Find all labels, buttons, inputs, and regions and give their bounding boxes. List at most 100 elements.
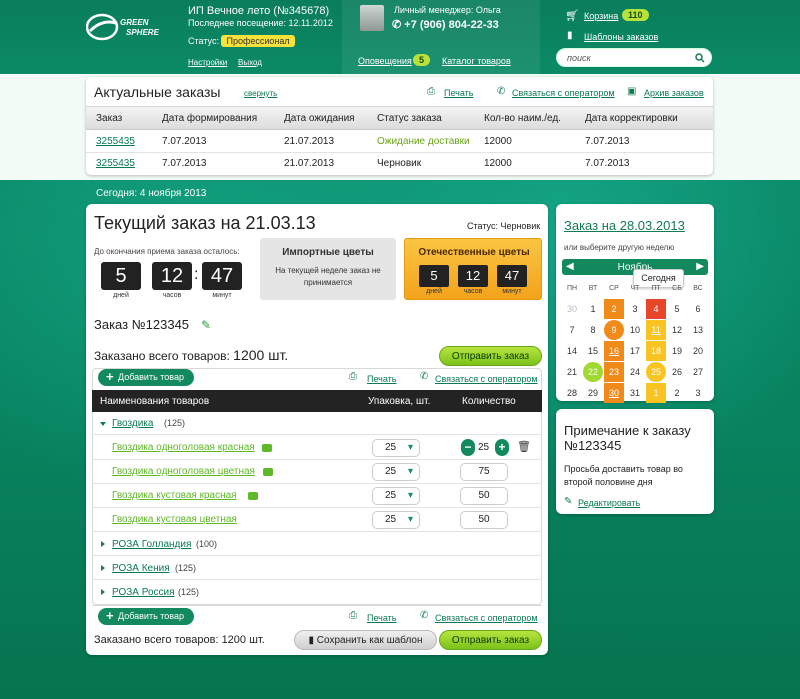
search-input[interactable]: поиск [567,53,591,63]
item-name[interactable]: Гвоздика одноголовая цветная [112,466,255,477]
calendar-day[interactable]: 21 [562,362,582,382]
table-row[interactable]: 3255435 7.07.2013 21.07.2013 Ожидание до… [86,130,713,153]
calendar-day[interactable]: 5 [667,299,687,319]
trash-icon[interactable]: 🗑︎ [517,440,531,453]
templates-link[interactable]: Шаблоны заказов [584,32,658,42]
calendar-day[interactable]: 10 [625,320,645,340]
calendar-day[interactable]: 8 [583,320,603,340]
calendar-day[interactable]: 27 [688,362,708,382]
pack-select[interactable]: 25 [372,439,420,457]
table-row[interactable]: 3255435 7.07.2013 21.07.2013 Черновик 12… [86,153,713,175]
edit-note-link[interactable]: Редактировать [578,498,640,508]
deadline-label: До окончания приема заказа осталось: [94,247,240,256]
calendar-day-today[interactable]: 4 [646,299,666,319]
calendar-day[interactable]: 6 [688,299,708,319]
order-link[interactable]: 3255435 [96,158,135,169]
calendar-day[interactable]: 16 [604,341,624,361]
pack-select[interactable]: 25 [372,511,420,529]
calendar-day[interactable]: 30 [562,299,582,319]
item-name[interactable]: Гвоздика кустовая красная [112,490,237,501]
contact-operator-link[interactable]: Связаться с оператором [435,374,538,384]
add-item-button[interactable]: Добавить товар [98,607,194,625]
calendar-day[interactable]: 31 [625,383,645,403]
group-name[interactable]: РОЗА Кения [112,563,170,574]
calendar-day[interactable]: 25 [646,362,666,382]
item-row[interactable]: Гвоздика одноголовая цветная 25 75 [92,460,542,484]
calendar-day[interactable]: 12 [667,320,687,340]
green-sphere-logo[interactable]: GREEN SPHERE [86,11,178,43]
item-row[interactable]: Гвоздика кустовая цветная 25 50 [92,508,542,532]
save-template-button[interactable]: ▮ Сохранить как шаблон [294,630,437,650]
calendar-day[interactable]: 2 [604,299,624,319]
collapse-link[interactable]: свернуть [244,89,277,98]
increase-button[interactable]: + [495,439,509,456]
calendar-day[interactable]: 15 [583,341,603,361]
calendar-day[interactable]: 29 [583,383,603,403]
pencil-icon[interactable]: ✎ [201,318,211,332]
status-label: Статус: [188,36,219,46]
pack-select[interactable]: 25 [372,487,420,505]
calendar-title[interactable]: Заказ на 28.03.2013 [564,218,685,233]
import-text: На текущей неделе заказ не принимается [275,266,381,287]
print-link[interactable]: Печать [367,374,396,384]
order-link[interactable]: 3255435 [96,136,135,147]
calendar-day[interactable]: 18 [646,341,666,361]
qty-value[interactable]: 25 [478,442,489,453]
group-row[interactable]: РОЗА Кения (125) [92,556,542,580]
calendar-day[interactable]: 23 [604,362,624,382]
catalog-link[interactable]: Каталог товаров [442,56,511,66]
camera-icon[interactable] [262,444,272,452]
calendar-day[interactable]: 2 [667,383,687,403]
pack-select[interactable]: 25 [372,463,420,481]
settings-link[interactable]: Настройки [188,58,227,67]
qty-input[interactable]: 50 [460,487,508,505]
archive-link[interactable]: Архив заказов [644,88,704,98]
group-name[interactable]: РОЗА Россия [112,587,175,598]
calendar-day[interactable]: 22 [583,362,603,382]
logout-link[interactable]: Выход [238,58,262,67]
calendar-day[interactable]: 9 [604,320,624,340]
calendar-day[interactable]: 1 [646,383,666,403]
calendar-day[interactable]: 17 [625,341,645,361]
decrease-button[interactable]: − [461,439,475,456]
calendar-day[interactable]: 11 [646,320,666,340]
qty-input[interactable]: 75 [460,463,508,481]
calendar-day[interactable]: 26 [667,362,687,382]
camera-icon[interactable] [248,492,258,500]
cart-link[interactable]: Корзина [584,11,618,21]
group-row[interactable]: РОЗА Россия (125) [92,580,542,604]
contact-operator-link[interactable]: Связаться с оператором [435,613,538,623]
group-name[interactable]: Гвоздика [112,418,153,429]
calendar-day[interactable]: 3 [625,299,645,319]
calendar-day[interactable]: 7 [562,320,582,340]
group-name[interactable]: РОЗА Голландия [112,539,191,550]
calendar-day[interactable]: 30 [604,383,624,403]
calendar-day[interactable]: 19 [667,341,687,361]
item-name[interactable]: Гвоздика кустовая цветная [112,514,237,525]
group-row[interactable]: Гвоздика (125) [92,412,542,435]
actual-orders-card: Актуальные заказы свернуть ⎙ Печать ✆ Св… [86,77,713,175]
search-icon[interactable] [695,53,705,63]
calendar-day[interactable]: 28 [562,383,582,403]
next-month-icon[interactable]: ▶ [696,261,704,272]
calendar-day[interactable]: 24 [625,362,645,382]
calendar-day[interactable]: 3 [688,383,708,403]
group-row[interactable]: РОЗА Голландия (100) [92,532,542,556]
add-item-button[interactable]: Добавить товар [98,368,194,386]
send-order-button[interactable]: Отправить заказ [439,346,542,366]
item-row[interactable]: Гвоздика одноголовая красная 25 − 25 + 🗑… [92,435,542,460]
camera-icon[interactable] [263,468,273,476]
item-name[interactable]: Гвоздика одноголовая красная [112,442,255,453]
print-link[interactable]: Печать [367,613,396,623]
print-link[interactable]: Печать [444,88,473,98]
send-order-button[interactable]: Отправить заказ [439,630,542,650]
contact-operator-link[interactable]: Связаться с оператором [512,88,615,98]
calendar-day[interactable]: 1 [583,299,603,319]
calendar-day[interactable]: 14 [562,341,582,361]
qty-input[interactable]: 50 [460,511,508,529]
notifications-link[interactable]: Оповещения [358,56,412,66]
calendar-day[interactable]: 13 [688,320,708,340]
search-box[interactable]: поиск [556,48,712,67]
item-row[interactable]: Гвоздика кустовая красная 25 50 [92,484,542,508]
calendar-day[interactable]: 20 [688,341,708,361]
